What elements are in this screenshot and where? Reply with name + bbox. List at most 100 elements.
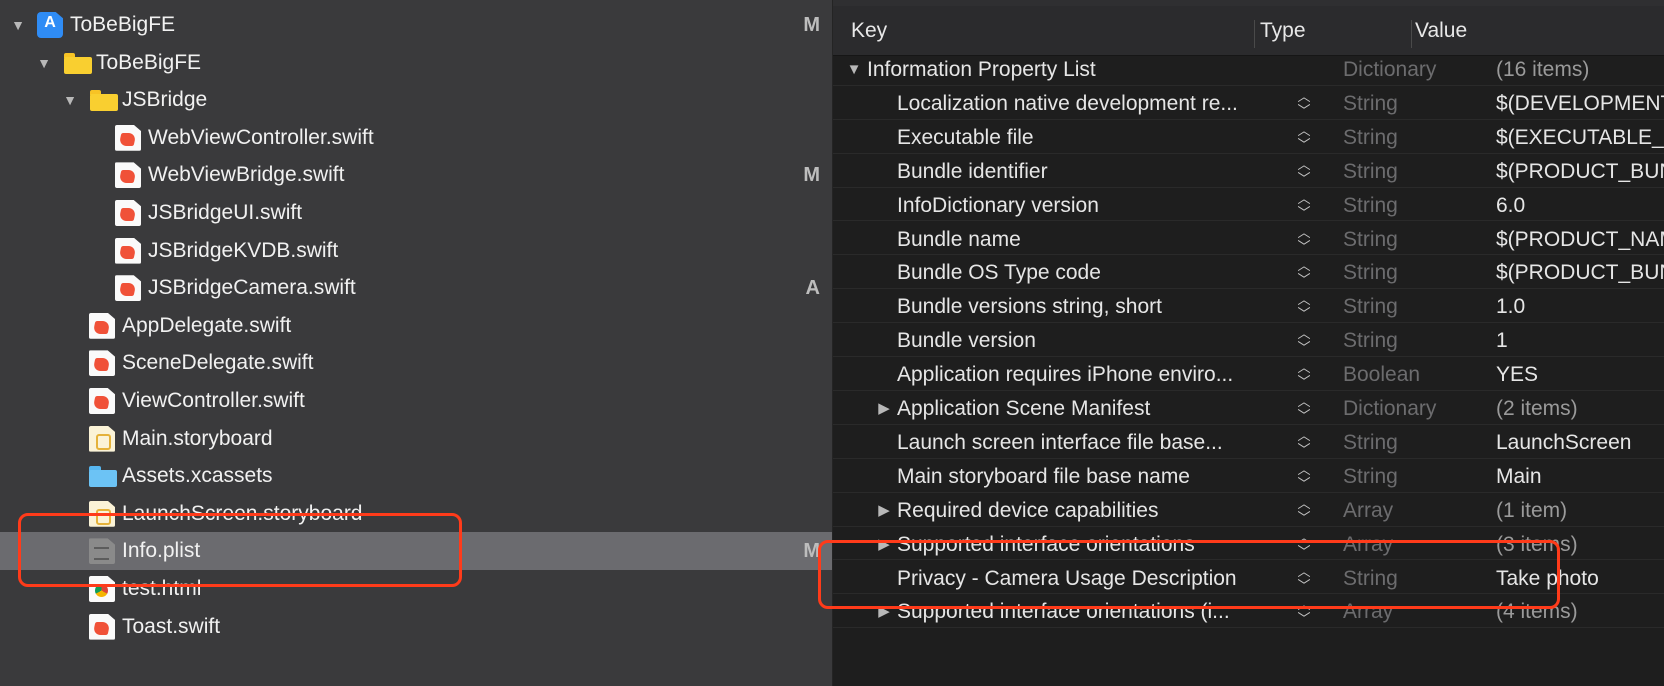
- plist-value[interactable]: $(EXECUTABLE_NAME): [1496, 120, 1664, 156]
- plist-type[interactable]: String: [1343, 459, 1398, 495]
- plist-type[interactable]: String: [1343, 289, 1398, 325]
- plist-type[interactable]: Dictionary: [1343, 52, 1436, 88]
- plist-row[interactable]: Bundle version ︿ ﹀ String 1: [833, 323, 1664, 359]
- plist-value[interactable]: (2 items): [1496, 391, 1578, 427]
- key-selector-stepper-icon[interactable]: ︿ ﹀: [1295, 361, 1313, 389]
- plist-value[interactable]: Take photo: [1496, 561, 1599, 597]
- plist-row[interactable]: ▶ Supported interface orientations ︿ ﹀ Array…: [833, 527, 1664, 561]
- plist-type[interactable]: Array: [1343, 594, 1393, 630]
- plist-key[interactable]: Bundle version: [897, 323, 1291, 359]
- column-header-key[interactable]: Key: [851, 6, 887, 56]
- key-selector-stepper-icon[interactable]: ︿ ﹀: [1295, 293, 1313, 321]
- plist-type[interactable]: String: [1343, 222, 1398, 258]
- plist-key[interactable]: Bundle OS Type code: [897, 255, 1291, 291]
- plist-row[interactable]: Application requires iPhone enviro... ︿ ﹀ B…: [833, 357, 1664, 391]
- plist-type[interactable]: String: [1343, 154, 1398, 190]
- plist-key[interactable]: Bundle name: [897, 222, 1291, 258]
- plist-type[interactable]: String: [1343, 188, 1398, 224]
- plist-value[interactable]: $(PRODUCT_NAME): [1496, 222, 1664, 258]
- key-selector-stepper-icon[interactable]: ︿ ﹀: [1295, 530, 1313, 559]
- plist-value[interactable]: 1: [1496, 323, 1508, 359]
- column-header-value[interactable]: Value: [1415, 6, 1467, 56]
- plist-key[interactable]: Required device capabilities: [897, 493, 1291, 529]
- key-selector-stepper-icon[interactable]: ︿ ﹀: [1295, 89, 1313, 118]
- disclosure-triangle-icon[interactable]: ▶: [875, 594, 893, 630]
- plist-type[interactable]: String: [1343, 86, 1398, 122]
- plist-key[interactable]: Privacy - Camera Usage Description: [897, 561, 1291, 597]
- plist-value[interactable]: $(DEVELOPMENT_LANGUAGE): [1496, 86, 1664, 122]
- disclosure-triangle-icon[interactable]: ▼: [36, 55, 52, 71]
- column-divider[interactable]: [1254, 20, 1255, 48]
- plist-type[interactable]: String: [1343, 255, 1398, 291]
- key-selector-stepper-icon[interactable]: ︿ ﹀: [1295, 564, 1313, 593]
- plist-type[interactable]: Boolean: [1343, 357, 1420, 393]
- plist-row[interactable]: Launch screen interface file base... ︿ ﹀ St…: [833, 425, 1664, 459]
- key-selector-stepper-icon[interactable]: ︿ ﹀: [1295, 157, 1313, 186]
- key-selector-stepper-icon[interactable]: ︿ ﹀: [1295, 123, 1313, 152]
- plist-key[interactable]: Executable file: [897, 120, 1291, 156]
- plist-row[interactable]: Executable file︿﹀ String $(EXECUTABLE_NAME…: [833, 120, 1664, 154]
- navigator-item[interactable]: Toast.swift: [0, 608, 832, 646]
- navigator-item[interactable]: ▼ ToBeBigFE M: [0, 6, 832, 44]
- plist-value[interactable]: 6.0: [1496, 188, 1525, 224]
- disclosure-triangle-icon[interactable]: ▶: [875, 493, 893, 529]
- navigator-item[interactable]: Main.storyboard: [0, 420, 832, 458]
- plist-value[interactable]: YES: [1496, 357, 1538, 393]
- plist-type[interactable]: Dictionary: [1343, 391, 1436, 427]
- plist-key[interactable]: Bundle versions string, short: [897, 289, 1291, 325]
- plist-key[interactable]: Supported interface orientations (i...: [897, 594, 1291, 630]
- plist-type[interactable]: String: [1343, 561, 1398, 597]
- plist-row[interactable]: Localization native development re... ︿ ﹀ S…: [833, 86, 1664, 120]
- plist-key[interactable]: Application requires iPhone enviro...: [897, 357, 1291, 393]
- plist-key[interactable]: Bundle identifier: [897, 154, 1291, 190]
- plist-key[interactable]: Supported interface orientations: [897, 527, 1291, 563]
- navigator-item[interactable]: Info.plist M: [0, 532, 832, 571]
- navigator-item[interactable]: SceneDelegate.swift: [0, 344, 832, 382]
- plist-type[interactable]: Array: [1343, 527, 1393, 563]
- disclosure-triangle-icon[interactable]: ▼: [10, 17, 26, 33]
- key-selector-stepper-icon[interactable]: ︿ ﹀: [1295, 327, 1313, 355]
- plist-row[interactable]: InfoDictionary version ︿ ﹀ String 6.0: [833, 188, 1664, 222]
- navigator-item[interactable]: JSBridgeKVDB.swift: [0, 232, 832, 270]
- plist-value[interactable]: (4 items): [1496, 594, 1578, 630]
- navigator-item[interactable]: AppDelegate.swift: [0, 307, 832, 345]
- navigator-item[interactable]: ▼ ToBeBigFE: [0, 44, 832, 82]
- plist-row[interactable]: ▶ Supported interface orientations (i... ︿…: [833, 594, 1664, 630]
- plist-key[interactable]: InfoDictionary version: [897, 188, 1291, 224]
- plist-type[interactable]: Array: [1343, 493, 1393, 529]
- plist-value[interactable]: LaunchScreen: [1496, 425, 1631, 461]
- navigator-item[interactable]: ViewController.swift: [0, 382, 832, 420]
- plist-type[interactable]: String: [1343, 323, 1398, 359]
- plist-key[interactable]: Information Property List: [867, 52, 1291, 88]
- navigator-item[interactable]: JSBridgeCamera.swift A: [0, 269, 832, 307]
- plist-row[interactable]: Bundle name︿﹀ String $(PRODUCT_NAME): [833, 222, 1664, 256]
- column-divider[interactable]: [1411, 20, 1412, 48]
- disclosure-triangle-icon[interactable]: ▼: [62, 92, 78, 108]
- plist-row[interactable]: ▶ Required device capabilities ︿ ﹀ Array (1 i…: [833, 493, 1664, 527]
- plist-row[interactable]: Bundle identifier︿﹀ String $(PRODUCT_BUNDL…: [833, 154, 1664, 188]
- key-selector-stepper-icon[interactable]: ︿ ﹀: [1295, 462, 1313, 491]
- plist-type[interactable]: String: [1343, 425, 1398, 461]
- plist-row[interactable]: Main storyboard file base name ︿ ﹀ String Ma…: [833, 459, 1664, 493]
- disclosure-triangle-icon[interactable]: ▶: [875, 391, 893, 427]
- navigator-item[interactable]: WebViewController.swift: [0, 119, 832, 157]
- key-selector-stepper-icon[interactable]: ︿ ﹀: [1295, 496, 1313, 525]
- key-selector-stepper-icon[interactable]: ︿ ﹀: [1295, 598, 1313, 626]
- plist-value[interactable]: (16 items): [1496, 52, 1589, 88]
- disclosure-triangle-icon[interactable]: ▼: [845, 52, 863, 88]
- plist-row[interactable]: ▶ Application Scene Manifest ︿ ﹀ Dictionary (…: [833, 391, 1664, 425]
- plist-row[interactable]: Privacy - Camera Usage Description ︿ ﹀ Stri…: [833, 561, 1664, 595]
- navigator-item[interactable]: LaunchScreen.storyboard: [0, 495, 832, 533]
- column-header-type[interactable]: Type: [1260, 6, 1306, 56]
- key-selector-stepper-icon[interactable]: ︿ ﹀: [1295, 191, 1313, 220]
- plist-key[interactable]: Launch screen interface file base...: [897, 425, 1291, 461]
- plist-value[interactable]: $(PRODUCT_BUNDLE_IDENTIFIER): [1496, 154, 1664, 190]
- key-selector-stepper-icon[interactable]: ︿ ﹀: [1295, 428, 1313, 457]
- navigator-item[interactable]: JSBridgeUI.swift: [0, 194, 832, 232]
- plist-value[interactable]: Main: [1496, 459, 1542, 495]
- plist-value[interactable]: 1.0: [1496, 289, 1525, 325]
- plist-type[interactable]: String: [1343, 120, 1398, 156]
- plist-row[interactable]: ▼ Information Property List Dictionary (16 …: [833, 52, 1664, 86]
- navigator-item[interactable]: test.html: [0, 570, 832, 608]
- key-selector-stepper-icon[interactable]: ︿ ﹀: [1295, 259, 1313, 287]
